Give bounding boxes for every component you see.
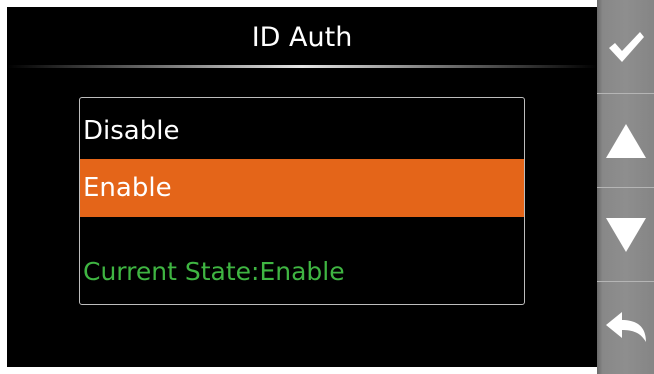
checkmark-icon [606, 29, 646, 65]
back-arrow-icon [604, 310, 648, 346]
current-state-text: Current State:Enable [83, 257, 345, 286]
device-frame: ID Auth Disable Enable Current State:Ena… [0, 0, 654, 374]
down-button[interactable] [597, 188, 654, 281]
option-list: Disable Enable Current State:Enable [79, 97, 525, 305]
arrow-down-icon [604, 216, 648, 254]
option-enable[interactable]: Enable [80, 159, 524, 217]
title-divider [7, 65, 597, 68]
display-screen: ID Auth Disable Enable Current State:Ena… [7, 7, 597, 367]
page-title: ID Auth [251, 22, 353, 53]
up-button[interactable] [597, 94, 654, 187]
back-button[interactable] [597, 282, 654, 374]
option-disable[interactable]: Disable [80, 102, 524, 160]
confirm-button[interactable] [597, 0, 654, 93]
side-button-bar [597, 0, 654, 374]
arrow-up-icon [604, 122, 648, 160]
